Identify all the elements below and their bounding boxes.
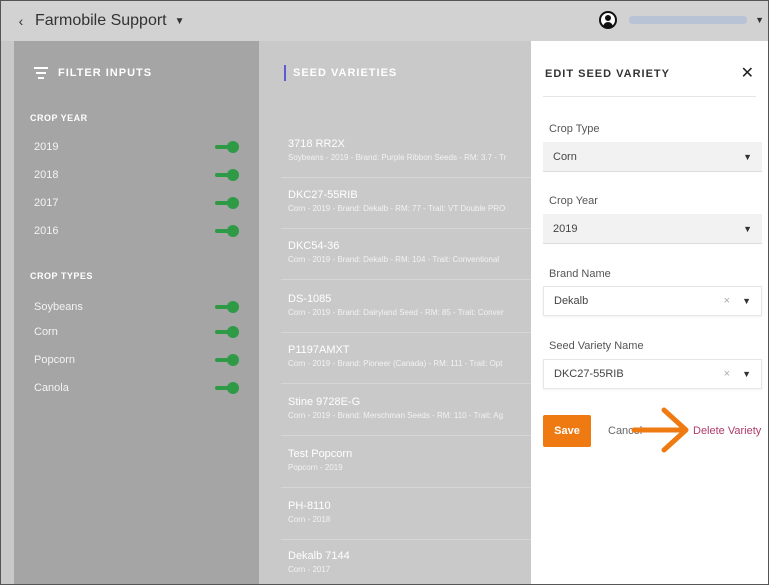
- list-item-name: DS-1085: [288, 293, 332, 305]
- toggle-switch[interactable]: [215, 225, 239, 237]
- back-chevron-icon[interactable]: ‹: [7, 13, 35, 29]
- seed-variety-name-label: Seed Variety Name: [549, 340, 644, 352]
- toggle-switch[interactable]: [215, 169, 239, 181]
- list-item-name: PH-8110: [288, 500, 331, 512]
- list-item-detail: Corn - 2018: [288, 515, 331, 524]
- seed-varieties-list: SEED VARIETIES 3718 RR2X Soybeans - 2019…: [259, 41, 531, 584]
- organization-title[interactable]: Farmobile Support: [35, 12, 167, 30]
- list-item[interactable]: DKC27-55RIB Corn - 2019 - Brand: Dekalb …: [281, 179, 531, 229]
- user-menu[interactable]: ▼: [599, 11, 764, 29]
- seed-variety-name-select[interactable]: DKC27-55RIB × ▼: [543, 359, 762, 389]
- brand-name-select[interactable]: Dekalb × ▼: [543, 286, 762, 316]
- filter-row-label: 2018: [34, 169, 59, 181]
- list-item[interactable]: DS-1085 Corn - 2019 - Brand: Dairyland S…: [281, 283, 531, 333]
- crop-year-select[interactable]: 2019 ▼: [543, 214, 762, 244]
- annotation-arrow-icon: [631, 407, 689, 453]
- list-item-name: Stine 9728E-G: [288, 396, 361, 408]
- list-item[interactable]: PH-8110 Corn - 2018: [281, 490, 531, 540]
- chevron-down-icon[interactable]: ▼: [175, 16, 185, 27]
- filter-row-crop-year-2019[interactable]: 2019: [34, 137, 239, 157]
- toggle-switch[interactable]: [215, 301, 239, 313]
- list-item-detail: Corn - 2019 - Brand: Pioneer (Canada) - …: [288, 359, 503, 368]
- filter-row-label: 2017: [34, 197, 59, 209]
- filter-row-crop-year-2017[interactable]: 2017: [34, 193, 239, 213]
- filter-icon: [34, 67, 48, 79]
- toggle-switch[interactable]: [215, 354, 239, 366]
- filter-row-label: 2016: [34, 225, 59, 237]
- save-button[interactable]: Save: [543, 415, 591, 447]
- list-item-name: Test Popcorn: [288, 448, 353, 460]
- toggle-switch[interactable]: [215, 326, 239, 338]
- delete-variety-link[interactable]: Delete Variety: [693, 425, 761, 437]
- filter-row-label: Soybeans: [34, 301, 83, 313]
- brand-name-value: Dekalb: [554, 295, 589, 307]
- top-bar: ‹ Farmobile Support ▼ ▼: [1, 1, 768, 41]
- toggle-switch[interactable]: [215, 382, 239, 394]
- panel-divider: [543, 96, 756, 97]
- crop-type-select[interactable]: Corn ▼: [543, 142, 762, 172]
- crop-year-value: 2019: [553, 222, 578, 235]
- edit-seed-variety-panel: EDIT SEED VARIETY ✕ Crop Type Corn ▼ Cro…: [531, 41, 768, 584]
- list-item-detail: Soybeans - 2019 - Brand: Purple Ribbon S…: [288, 153, 507, 162]
- list-item[interactable]: Test Popcorn Popcorn - 2019: [281, 438, 531, 488]
- seed-variety-name-value: DKC27-55RIB: [554, 368, 624, 380]
- list-header: SEED VARIETIES: [284, 65, 397, 81]
- list-item[interactable]: Stine 9728E-G Corn - 2019 - Brand: Mersc…: [281, 386, 531, 436]
- list-item-name: 3718 RR2X: [288, 138, 345, 150]
- toggle-switch[interactable]: [215, 197, 239, 209]
- dropdown-arrow-icon[interactable]: ▼: [743, 152, 752, 162]
- filter-row-crop-year-2018[interactable]: 2018: [34, 165, 239, 185]
- list-item[interactable]: Dekalb 7144 Corn - 2017: [281, 540, 531, 584]
- list-item-name: Dekalb 7144: [288, 550, 350, 562]
- filter-row-crop-type-corn[interactable]: Corn: [34, 322, 239, 342]
- filter-row-crop-year-2016[interactable]: 2016: [34, 221, 239, 241]
- clear-icon[interactable]: ×: [724, 295, 730, 307]
- list-item[interactable]: P1197AMXT Corn - 2019 - Brand: Pioneer (…: [281, 334, 531, 384]
- user-name-redacted: [629, 16, 748, 24]
- dropdown-arrow-icon[interactable]: ▼: [742, 369, 751, 379]
- filter-row-crop-type-popcorn[interactable]: Popcorn: [34, 350, 239, 370]
- dropdown-arrow-icon[interactable]: ▼: [743, 224, 752, 234]
- crop-year-label: Crop Year: [549, 195, 598, 207]
- list-item-name: DKC27-55RIB: [288, 189, 358, 201]
- filter-header: FILTER INPUTS: [34, 67, 152, 79]
- app-window: ‹ Farmobile Support ▼ ▼ FILTER INPUTS CR…: [0, 0, 769, 585]
- list-title: SEED VARIETIES: [293, 67, 398, 79]
- dropdown-arrow-icon[interactable]: ▼: [742, 296, 751, 306]
- list-item-detail: Popcorn - 2019: [288, 463, 343, 472]
- list-item-detail: Corn - 2017: [288, 565, 331, 574]
- list-item-detail: Corn - 2019 - Brand: Merschman Seeds - R…: [288, 411, 504, 420]
- filter-row-label: 2019: [34, 141, 59, 153]
- filter-sidebar: FILTER INPUTS CROP YEAR 2019 2018 2017 2…: [14, 41, 259, 584]
- panel-title: EDIT SEED VARIETY: [545, 68, 670, 80]
- list-item[interactable]: DKC54-36 Corn - 2019 - Brand: Dekalb - R…: [281, 230, 531, 280]
- list-item-detail: Corn - 2019 - Brand: Dekalb - RM: 104 - …: [288, 255, 500, 264]
- list-item-detail: Corn - 2019 - Brand: Dairyland Seed - RM…: [288, 308, 504, 317]
- crop-type-value: Corn: [553, 150, 577, 163]
- crop-types-section-label: CROP TYPES: [30, 271, 93, 281]
- clear-icon[interactable]: ×: [724, 368, 730, 380]
- filter-row-label: Canola: [34, 382, 69, 394]
- close-icon[interactable]: ✕: [741, 63, 754, 83]
- list-item-name: DKC54-36: [288, 240, 340, 252]
- crop-year-section-label: CROP YEAR: [30, 113, 88, 123]
- toggle-switch[interactable]: [215, 141, 239, 153]
- user-menu-chevron-icon[interactable]: ▼: [755, 15, 764, 25]
- accent-bar: [284, 65, 286, 81]
- filter-row-crop-type-soybeans[interactable]: Soybeans: [34, 297, 239, 317]
- list-item-name: P1197AMXT: [288, 344, 350, 356]
- filter-row-label: Corn: [34, 326, 58, 338]
- filter-row-crop-type-canola[interactable]: Canola: [34, 378, 239, 398]
- user-avatar-icon[interactable]: [599, 11, 618, 29]
- list-item[interactable]: 3718 RR2X Soybeans - 2019 - Brand: Purpl…: [281, 128, 531, 178]
- filter-row-label: Popcorn: [34, 354, 75, 366]
- filter-title: FILTER INPUTS: [58, 67, 153, 79]
- brand-name-label: Brand Name: [549, 268, 611, 280]
- crop-type-label: Crop Type: [549, 123, 600, 135]
- list-item-detail: Corn - 2019 - Brand: Dekalb - RM: 77 - T…: [288, 204, 506, 213]
